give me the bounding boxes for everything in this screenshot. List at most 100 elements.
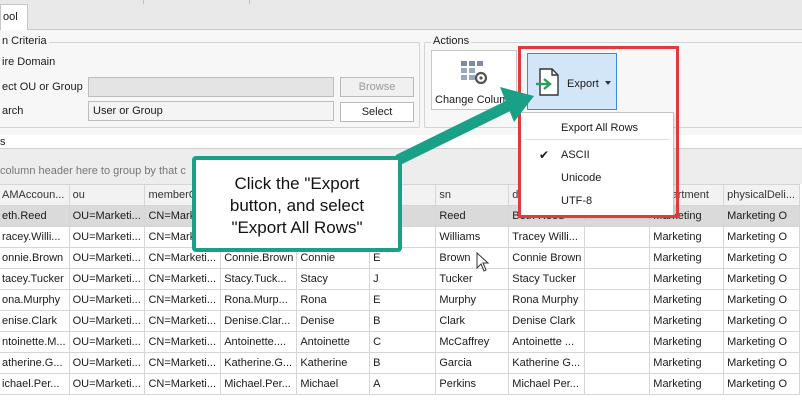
table-cell: E [369, 289, 437, 311]
table-cell: CN=Marketi... [144, 352, 222, 374]
table-cell: CN=Marketi... [144, 331, 222, 353]
change-columns-label: Change Columns [435, 94, 520, 106]
table-cell: Marketing [649, 289, 725, 311]
table-cell: A [369, 373, 437, 395]
table-cell: Reed [435, 205, 510, 227]
table-cell: Marketing [649, 310, 725, 332]
table-cell: eth.Reed [0, 205, 70, 227]
table-cell: onnie.Brown [0, 247, 70, 269]
table-cell: Rona.Murp... [220, 289, 298, 311]
table-cell: Marketing O [723, 268, 800, 290]
table-cell: Marketing O [723, 310, 800, 332]
table-cell: Perkins [435, 373, 510, 395]
table-cell [584, 352, 651, 374]
callout-line-2: button, and select [229, 196, 365, 215]
column-header[interactable]: ou [68, 184, 146, 206]
table-cell: Antoinette ... [508, 331, 586, 353]
grid-caption: s [0, 136, 6, 148]
table-cell: tacey.Tucker [0, 268, 70, 290]
table-cell: OU=Marketi... [68, 289, 146, 311]
table-cell: OU=Marketi... [68, 247, 146, 269]
table-cell: Katherine [296, 352, 371, 374]
table-cell: Marketing [649, 268, 725, 290]
table-row[interactable]: tacey.Tucker OU=Marketi... CN=Marketi... St… [0, 268, 800, 290]
table-cell: OU=Marketi... [68, 205, 146, 227]
table-cell: B [369, 352, 437, 374]
table-cell: Denise Clark [508, 310, 586, 332]
instruction-callout: Click the "Export button, and select "Ex… [192, 156, 402, 252]
table-cell: OU=Marketi... [68, 310, 146, 332]
select-button[interactable]: Select [340, 102, 414, 122]
table-cell: CN=Marketi... [144, 268, 222, 290]
columns-gear-icon [461, 61, 488, 85]
select-ou-option[interactable]: ect OU or Group [2, 81, 83, 93]
ou-group-field[interactable] [88, 77, 334, 97]
table-row[interactable]: atherine.G... OU=Marketi... CN=Marketi... K… [0, 352, 800, 374]
table-cell: Marketing O [723, 247, 800, 269]
table-cell: J [369, 268, 437, 290]
table-cell: racey.Willi... [0, 226, 70, 248]
table-cell: Katherine.G... [220, 352, 298, 374]
table-cell [584, 289, 651, 311]
table-cell: Stacy.Tuck... [220, 268, 298, 290]
table-cell: Garcia [435, 352, 510, 374]
table-cell: Michael [296, 373, 371, 395]
table-row[interactable]: ntoinette.M... OU=Marketi... CN=Marketi...… [0, 331, 800, 353]
table-cell: Antoinette.... [220, 331, 298, 353]
table-cell: Denise [296, 310, 371, 332]
column-header[interactable]: sn [435, 184, 510, 206]
callout-line-3: "Export All Rows" [231, 218, 363, 237]
column-header[interactable]: AMAccoun... [0, 184, 70, 206]
table-row[interactable]: enise.Clark OU=Marketi... CN=Marketi... Den… [0, 310, 800, 332]
change-columns-button[interactable]: Change Columns [431, 50, 520, 110]
entire-domain-option[interactable]: ire Domain [2, 56, 55, 68]
tab-tool[interactable]: ool [0, 4, 28, 31]
table-cell: Marketing O [723, 373, 800, 395]
table-cell: Marketing [649, 352, 725, 374]
table-cell: ona.Murphy [0, 289, 70, 311]
table-cell: Stacy Tucker [508, 268, 586, 290]
table-cell: ichael.Per... [0, 373, 70, 395]
highlight-box [518, 46, 679, 218]
table-cell: Antoinette [296, 331, 371, 353]
table-cell: Brown [435, 247, 510, 269]
table-cell: Michael Per... [508, 373, 586, 395]
table-cell: Katherine G... [508, 352, 586, 374]
table-cell: Rona Murphy [508, 289, 586, 311]
table-row[interactable]: ona.Murphy OU=Marketi... CN=Marketi... Rona… [0, 289, 800, 311]
table-cell: Marketing O [723, 205, 800, 227]
tab-ghost [140, 0, 144, 4]
table-cell: OU=Marketi... [68, 331, 146, 353]
column-header[interactable]: physicalDeli... [723, 184, 800, 206]
callout-line-1: Click the "Export [234, 174, 360, 193]
table-cell [584, 310, 651, 332]
table-cell [584, 247, 651, 269]
table-cell [584, 268, 651, 290]
search-input[interactable]: User or Group [88, 101, 334, 121]
table-cell: OU=Marketi... [68, 352, 146, 374]
actions-title: Actions [431, 35, 472, 47]
table-cell [584, 226, 651, 248]
table-cell: Clark [435, 310, 510, 332]
table-cell: Tucker [435, 268, 510, 290]
table-cell: OU=Marketi... [68, 268, 146, 290]
table-cell: Rona [296, 289, 371, 311]
table-row[interactable]: ichael.Per... OU=Marketi... CN=Marketi... M… [0, 373, 800, 395]
table-cell: Murphy [435, 289, 510, 311]
tab-strip: ool [0, 0, 802, 31]
table-cell: Marketing O [723, 289, 800, 311]
table-cell: C [369, 331, 437, 353]
table-cell: Stacy [296, 268, 371, 290]
tab-ghost [200, 0, 250, 4]
table-cell: CN=Marketi... [144, 289, 222, 311]
browse-button[interactable]: Browse [340, 77, 414, 97]
group-by-hint: column header here to group by that c [0, 165, 186, 177]
table-cell: McCaffrey [435, 331, 510, 353]
table-cell: enise.Clark [0, 310, 70, 332]
table-cell: Marketing [649, 247, 725, 269]
table-cell [584, 331, 651, 353]
table-cell: Denise.Clar... [220, 310, 298, 332]
table-cell: B [369, 310, 437, 332]
search-criteria-title: n Criteria [0, 35, 49, 47]
search-option[interactable]: arch [2, 105, 23, 117]
